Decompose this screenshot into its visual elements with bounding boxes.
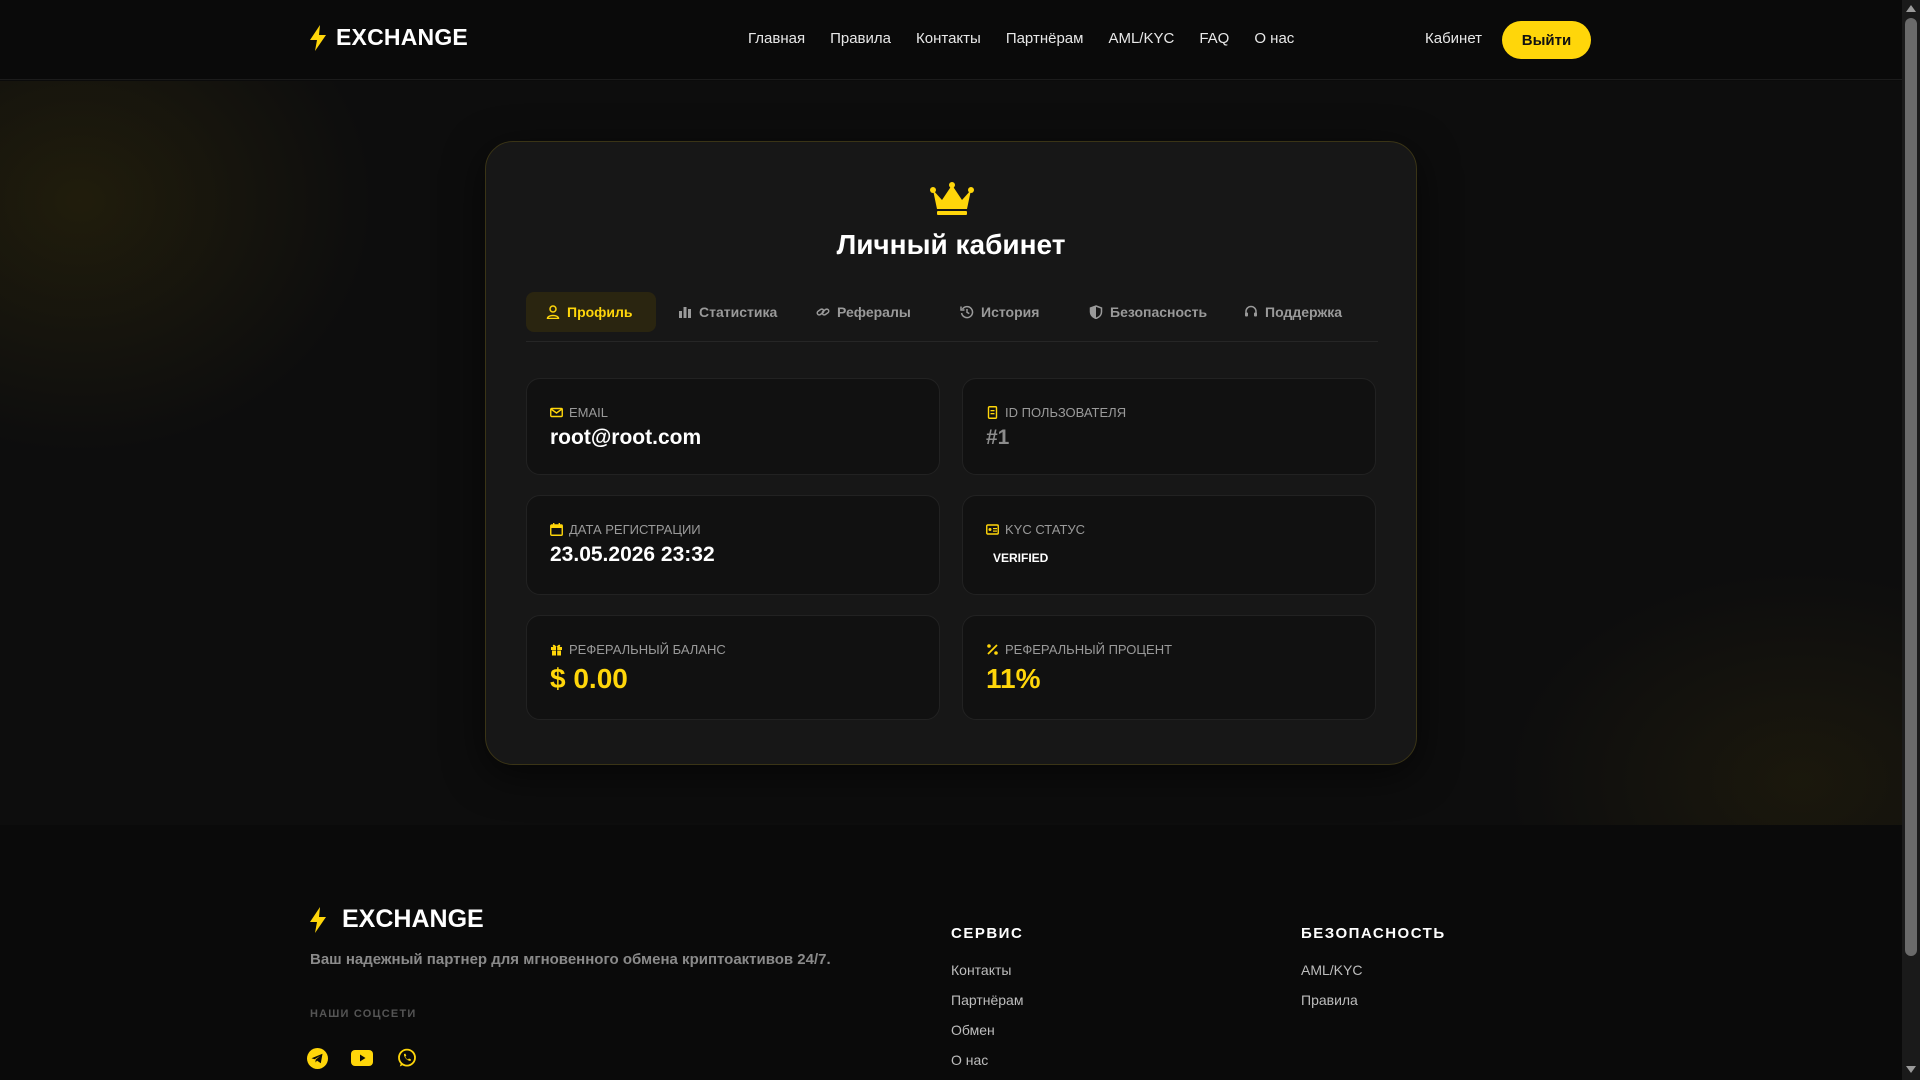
tab-security[interactable]: Безопасность <box>1077 292 1219 332</box>
ref-balance-label: РЕФЕРАЛЬНЫЙ БАЛАНС <box>550 642 726 657</box>
footer-security-title: БЕЗОПАСНОСТЬ <box>1301 925 1446 942</box>
kyc-label: KYC СТАТУС <box>986 522 1085 537</box>
email-label: EMAIL <box>550 405 608 420</box>
link-icon <box>816 308 830 316</box>
reg-date-card: ДАТА РЕГИСТРАЦИИ 23.05.2026 23:32 <box>526 495 940 595</box>
whatsapp-icon[interactable] <box>396 1047 418 1069</box>
nav-item-contacts[interactable]: Контакты <box>916 30 981 47</box>
page-title: Личный кабинет <box>836 229 1066 260</box>
kyc-status-badge: VERIFIED <box>993 551 1049 565</box>
nav-item-partners[interactable]: Партнёрам <box>1006 30 1084 47</box>
history-icon <box>960 305 974 319</box>
id-card-icon <box>987 406 998 419</box>
site-footer: EXCHANGE Ваш надежный партнер для мгнове… <box>0 825 1902 1080</box>
tab-support[interactable]: Поддержка <box>1232 292 1354 332</box>
footer-link-rules[interactable]: Правила <box>1301 992 1358 1008</box>
footer-link-exchange[interactable]: Обмен <box>951 1022 995 1038</box>
scroll-down-arrow-icon[interactable] <box>1906 1066 1916 1073</box>
brand-logo[interactable]: EXCHANGE <box>308 24 468 51</box>
ref-balance-value: $ 0.00 <box>550 663 628 694</box>
gift-icon <box>551 644 562 656</box>
tab-label: Поддержка <box>1265 304 1343 320</box>
footer-link-partners[interactable]: Партнёрам <box>951 992 1023 1008</box>
footer-brand-logo[interactable]: EXCHANGE <box>308 905 484 934</box>
brand-name: EXCHANGE <box>336 24 468 50</box>
ref-percent-card: РЕФЕРАЛЬНЫЙ ПРОЦЕНТ 11% <box>962 615 1376 720</box>
nav-item-home[interactable]: Главная <box>748 30 805 47</box>
user-id-value: #1 <box>986 426 1010 449</box>
footer-link-contacts[interactable]: Контакты <box>951 962 1011 978</box>
headset-icon <box>1245 305 1257 317</box>
tab-label: Статистика <box>699 304 778 320</box>
tab-label: История <box>981 304 1040 320</box>
logout-button[interactable]: Выйти <box>1502 21 1591 59</box>
crown-icon <box>930 182 974 215</box>
youtube-icon[interactable] <box>351 1047 373 1069</box>
account-tabs: Профиль Статистика Рефералы История Безо… <box>526 292 1378 342</box>
tab-profile[interactable]: Профиль <box>526 292 656 332</box>
nav-item-aml-kyc[interactable]: AML/KYC <box>1108 30 1174 47</box>
social-links <box>306 1047 418 1069</box>
tab-label: Профиль <box>567 304 633 320</box>
nav-item-rules[interactable]: Правила <box>830 30 891 47</box>
account-card: Личный кабинет Профиль Статистика Рефера… <box>485 141 1417 765</box>
tab-referrals[interactable]: Рефералы <box>804 292 923 332</box>
footer-brand-name: EXCHANGE <box>342 905 484 933</box>
percent-icon <box>987 644 998 655</box>
tab-statistics[interactable]: Статистика <box>666 292 789 332</box>
nav-item-faq[interactable]: FAQ <box>1199 30 1229 47</box>
footer-link-about[interactable]: О нас <box>951 1052 988 1068</box>
reg-date-label: ДАТА РЕГИСТРАЦИИ <box>550 522 701 537</box>
tab-label: Рефералы <box>837 304 911 320</box>
ref-balance-card: РЕФЕРАЛЬНЫЙ БАЛАНС $ 0.00 <box>526 615 940 720</box>
calendar-icon <box>550 523 563 536</box>
id-badge-icon <box>986 524 999 535</box>
main-nav: Главная Правила Контакты Партнёрам AML/K… <box>748 30 1294 47</box>
ref-percent-label: РЕФЕРАЛЬНЫЙ ПРОЦЕНТ <box>986 642 1172 657</box>
footer-link-aml-kyc[interactable]: AML/KYC <box>1301 962 1362 978</box>
email-field-card: EMAIL root@root.com <box>526 378 940 475</box>
reg-date-value: 23.05.2026 23:32 <box>550 543 715 566</box>
telegram-icon[interactable] <box>306 1047 328 1069</box>
cabinet-link[interactable]: Кабинет <box>1425 30 1482 47</box>
footer-tagline: Ваш надежный партнер для мгновенного обм… <box>310 951 831 968</box>
site-header: EXCHANGE Главная Правила Контакты Партнё… <box>0 0 1902 80</box>
lightning-icon <box>310 906 326 933</box>
user-icon <box>546 305 560 319</box>
scroll-up-arrow-icon[interactable] <box>1906 5 1916 12</box>
page-scrollbar[interactable] <box>1902 0 1920 1080</box>
user-id-card: ID ПОЛЬЗОВАТЕЛЯ #1 <box>962 378 1376 475</box>
footer-service-title: СЕРВИС <box>951 925 1024 942</box>
envelope-icon <box>550 407 563 418</box>
ref-percent-value: 11% <box>986 663 1041 694</box>
nav-item-about[interactable]: О нас <box>1254 30 1294 47</box>
tab-label: Безопасность <box>1110 304 1208 320</box>
tab-history[interactable]: История <box>948 292 1051 332</box>
social-title: НАШИ СОЦСЕТИ <box>310 1008 417 1020</box>
email-value: root@root.com <box>550 426 702 449</box>
user-id-label: ID ПОЛЬЗОВАТЕЛЯ <box>986 405 1126 420</box>
shield-icon <box>1089 305 1103 319</box>
scroll-thumb[interactable] <box>1905 18 1917 956</box>
bar-chart-icon <box>679 307 691 318</box>
main-content: Личный кабинет Профиль Статистика Рефера… <box>0 81 1902 825</box>
lightning-icon <box>310 24 326 51</box>
kyc-status-card: KYC СТАТУС VERIFIED <box>962 495 1376 595</box>
